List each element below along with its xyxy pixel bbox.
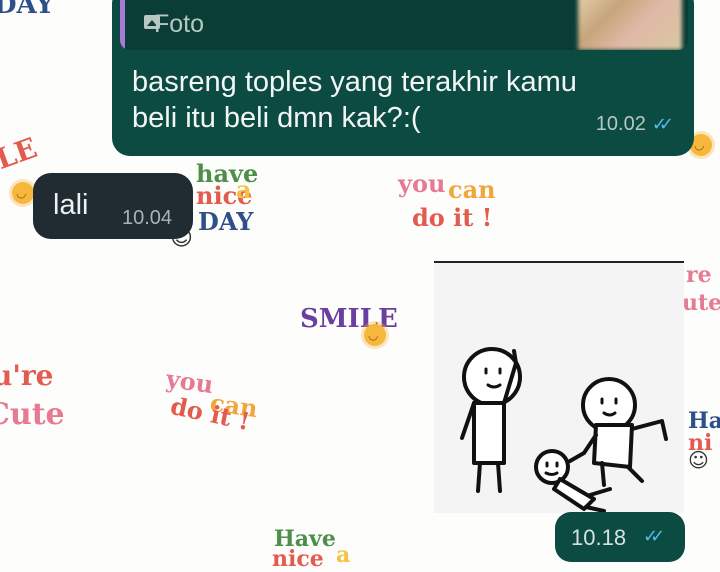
outgoing-message-bubble[interactable]: Foto basreng toples yang terakhir kamu b…: [112, 0, 694, 156]
message-meta: 10.02 ✓✓: [595, 113, 674, 136]
sticker-time-pill: 10.18 ✓✓: [555, 512, 685, 562]
wallpaper-doodle: re: [686, 262, 712, 288]
double-check-icon: ✓✓: [643, 526, 665, 546]
wallpaper-doodle: DAY: [0, 0, 54, 20]
sun-doodle-icon: [364, 324, 386, 346]
smiley-doodle-icon: ☺: [688, 448, 709, 472]
message-text-line: beli itu beli dmn kak?:(: [132, 102, 421, 134]
reply-quote-bar: [120, 0, 125, 50]
wallpaper-doodle: you: [398, 169, 446, 198]
message-text-line: basreng toples yang terakhir kamu: [132, 66, 577, 98]
wallpaper-doodle: a: [336, 542, 351, 568]
wallpaper-doodle: you: [164, 363, 216, 400]
wallpaper-doodle: Ha: [688, 408, 720, 434]
wallpaper-doodle: u're: [0, 359, 54, 392]
message-text: lali: [53, 189, 89, 221]
message-time: 10.04: [122, 207, 173, 229]
wallpaper-doodle: nice: [272, 546, 324, 572]
reply-quote-thumbnail: [578, 0, 682, 50]
sticker-image[interactable]: [434, 261, 684, 513]
stick-figure-illustration: [460, 347, 668, 513]
message-time: 10.18: [571, 525, 627, 550]
wallpaper-doodle: ute: [682, 290, 720, 316]
reply-quote-label: Foto: [154, 10, 205, 38]
wallpaper-doodle: do it !: [412, 203, 493, 232]
sun-doodle-icon: [12, 182, 34, 204]
wallpaper-doodle: Cute: [0, 397, 65, 432]
incoming-message-bubble[interactable]: lali 10.04: [33, 173, 193, 239]
message-text: basreng toples yang terakhir kamu beli i…: [132, 64, 652, 136]
wallpaper-doodle: a: [236, 175, 252, 204]
wallpaper-doodle: DAY: [198, 207, 254, 236]
message-time: 10.02: [595, 113, 646, 135]
wallpaper-doodle: can: [448, 175, 496, 204]
wallpaper-doodle: LE: [0, 131, 42, 177]
reply-quote[interactable]: Foto: [120, 0, 688, 50]
double-check-icon: ✓✓: [651, 114, 674, 134]
